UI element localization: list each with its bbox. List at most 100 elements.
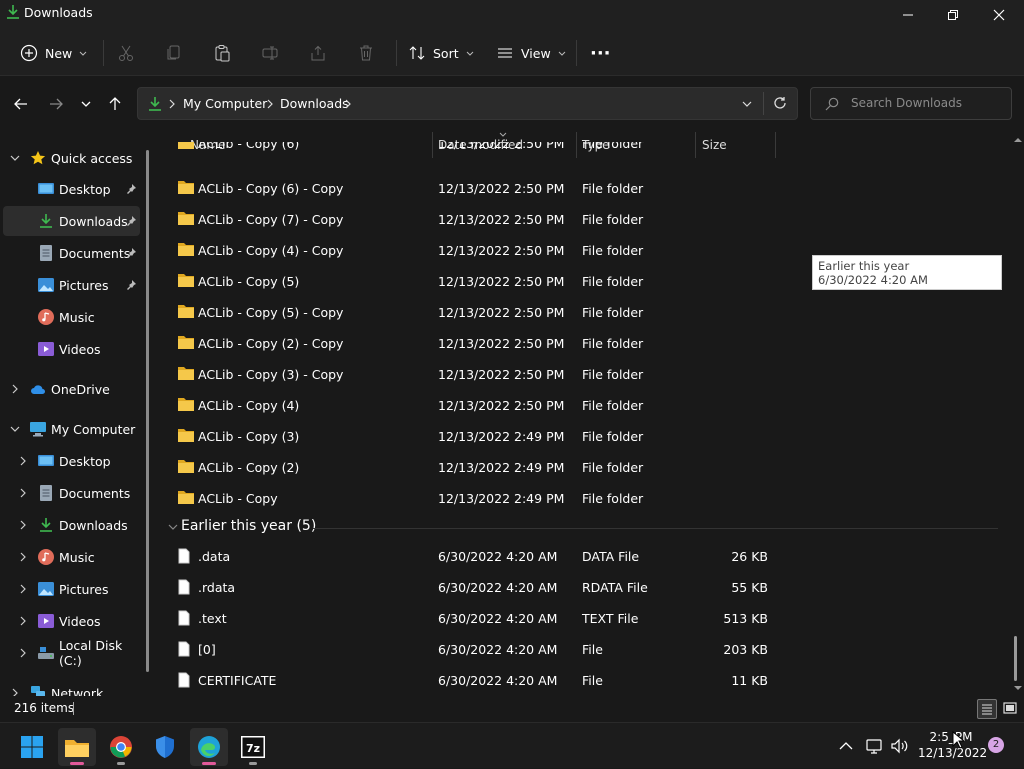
file-name: ACLib - Copy (6) xyxy=(198,142,300,151)
folder-row[interactable]: ACLib - Copy (4) 12/13/2022 2:50 PM File f… xyxy=(168,390,1008,421)
paste-button[interactable] xyxy=(213,30,231,76)
file-name: ACLib - Copy (3) xyxy=(198,429,300,444)
sidebar-item-documents[interactable]: Documents xyxy=(0,238,148,268)
sidebar-item-local-disk[interactable]: Local Disk (C:) xyxy=(0,638,148,668)
folder-row[interactable]: ACLib - Copy (2) - Copy 12/13/2022 2:50 P… xyxy=(168,328,1008,359)
more-options-button[interactable]: ··· xyxy=(590,30,611,76)
details-view-icon xyxy=(982,704,992,715)
file-name: ACLib - Copy (2) - Copy xyxy=(198,336,344,351)
sidebar-item-network[interactable]: Network xyxy=(0,678,148,696)
share-button[interactable] xyxy=(309,30,327,76)
folder-row[interactable]: ACLib - Copy (2) 12/13/2022 2:49 PM File f… xyxy=(168,452,1008,483)
file-row[interactable]: [0] 6/30/2022 4:20 AM File 203 KB xyxy=(168,634,1008,665)
chevron-down-icon[interactable] xyxy=(741,99,753,109)
sidebar-item-videos[interactable]: Videos xyxy=(0,334,148,364)
back-button[interactable] xyxy=(6,86,36,122)
taskbar-edge[interactable] xyxy=(190,728,228,766)
folder-row[interactable]: ACLib - Copy (3) - Copy 12/13/2022 2:50 P… xyxy=(168,359,1008,390)
file-type: File folder xyxy=(582,142,644,151)
file-name: [0] xyxy=(198,642,216,657)
folder-row[interactable]: ACLib - Copy (6) 12/13/2022 2:50 PM File f… xyxy=(168,142,1008,158)
sidebar-item-documents[interactable]: Documents xyxy=(0,478,148,508)
delete-button[interactable] xyxy=(357,30,375,76)
window-title: Downloads xyxy=(24,5,93,20)
view-button[interactable]: View xyxy=(496,30,567,76)
chevron-down-icon xyxy=(558,51,566,56)
volume-button[interactable] xyxy=(890,723,910,769)
pin-icon xyxy=(127,248,136,258)
restore-button[interactable] xyxy=(930,0,976,30)
file-size: 203 KB xyxy=(723,642,768,657)
sidebar-item-desktop[interactable]: Desktop xyxy=(0,446,148,476)
sidebar-item-music[interactable]: Music xyxy=(0,542,148,572)
file-type: File folder xyxy=(582,336,644,351)
folder-row[interactable]: ACLib - Copy (6) - Copy 12/13/2022 2:50 P… xyxy=(168,173,1008,204)
recent-locations-button[interactable] xyxy=(71,86,101,122)
close-button[interactable] xyxy=(976,0,1022,30)
chevron-right-icon xyxy=(267,99,273,109)
tiles-view-button[interactable] xyxy=(1001,699,1019,719)
file-type: File folder xyxy=(582,491,644,506)
sidebar-label: Desktop xyxy=(59,453,111,469)
file-size: 11 KB xyxy=(731,673,768,688)
running-indicator xyxy=(249,762,257,765)
sidebar-item-desktop[interactable]: Desktop xyxy=(0,174,148,204)
scroll-down-arrow-icon[interactable] xyxy=(1014,685,1022,691)
share-icon xyxy=(311,45,325,61)
file-row[interactable]: .data 6/30/2022 4:20 AM DATA File 26 KB xyxy=(168,541,1008,572)
sidebar-label: Music xyxy=(59,309,95,325)
scroll-up-arrow-icon[interactable] xyxy=(1014,137,1022,143)
sort-button[interactable]: Sort xyxy=(408,30,475,76)
file-type: File xyxy=(582,673,603,688)
search-box[interactable]: Search Downloads xyxy=(810,87,1012,120)
refresh-icon[interactable] xyxy=(773,96,787,110)
sidebar-item-quick-access[interactable]: Quick access xyxy=(0,143,148,173)
chevron-right-icon xyxy=(20,584,26,594)
sidebar-item-my-computer[interactable]: My Computer xyxy=(0,414,148,444)
taskbar-file-explorer[interactable] xyxy=(58,728,96,766)
new-button[interactable]: New xyxy=(20,30,88,76)
file-row[interactable]: CERTIFICATE 6/30/2022 4:20 AM File 11 KB xyxy=(168,665,1008,696)
clock[interactable]: 2:5_PM 12/13/2022 xyxy=(918,729,987,761)
sidebar-item-onedrive[interactable]: OneDrive xyxy=(0,374,148,404)
taskbar-7zip[interactable]: 7z xyxy=(234,728,272,766)
sidebar-item-pictures[interactable]: Pictures xyxy=(0,574,148,604)
download-icon xyxy=(40,518,52,532)
taskbar-defender[interactable] xyxy=(146,728,184,766)
network-status[interactable] xyxy=(864,723,884,769)
breadcrumb-downloads[interactable]: Downloads xyxy=(280,96,349,111)
breadcrumb-my-computer[interactable]: My Computer xyxy=(183,96,267,111)
rename-button[interactable] xyxy=(261,30,279,76)
file-row[interactable]: .rdata 6/30/2022 4:20 AM RDATA File 55 KB xyxy=(168,572,1008,603)
up-button[interactable] xyxy=(100,86,130,122)
details-view-button[interactable] xyxy=(977,699,997,719)
taskbar-chrome[interactable] xyxy=(102,728,140,766)
forward-button[interactable] xyxy=(41,86,71,122)
start-button[interactable] xyxy=(13,728,51,766)
show-hidden-icons-button[interactable] xyxy=(838,723,854,769)
folder-row[interactable]: ACLib - Copy (7) - Copy 12/13/2022 2:50 P… xyxy=(168,204,1008,235)
folder-row[interactable]: ACLib - Copy (5) - Copy 12/13/2022 2:50 P… xyxy=(168,297,1008,328)
sidebar-scrollbar[interactable] xyxy=(146,150,149,672)
notification-badge[interactable]: 2 xyxy=(988,737,1004,753)
sidebar-item-videos[interactable]: Videos xyxy=(0,606,148,636)
file-type: File folder xyxy=(582,398,644,413)
address-bar[interactable]: My Computer Downloads xyxy=(137,87,798,120)
cut-button[interactable] xyxy=(117,30,135,76)
scrollbar-thumb[interactable] xyxy=(1014,636,1017,681)
copy-button[interactable] xyxy=(165,30,183,76)
new-label: New xyxy=(45,45,73,61)
file-row[interactable]: .text 6/30/2022 4:20 AM TEXT File 513 KB xyxy=(168,603,1008,634)
file-icon xyxy=(178,641,190,657)
sidebar-item-music[interactable]: Music xyxy=(0,302,148,332)
sidebar-item-downloads[interactable]: Downloads xyxy=(0,510,148,540)
sidebar-item-downloads[interactable]: Downloads xyxy=(3,206,140,236)
edge-icon xyxy=(198,736,220,758)
chevron-down-icon xyxy=(79,51,87,56)
chevron-right-icon xyxy=(20,616,26,626)
minimize-button[interactable] xyxy=(885,0,931,30)
folder-row[interactable]: ACLib - Copy 12/13/2022 2:49 PM File folde… xyxy=(168,483,1008,514)
sidebar-item-pictures[interactable]: Pictures xyxy=(0,270,148,300)
vertical-scrollbar[interactable] xyxy=(1012,132,1024,696)
folder-row[interactable]: ACLib - Copy (3) 12/13/2022 2:49 PM File f… xyxy=(168,421,1008,452)
